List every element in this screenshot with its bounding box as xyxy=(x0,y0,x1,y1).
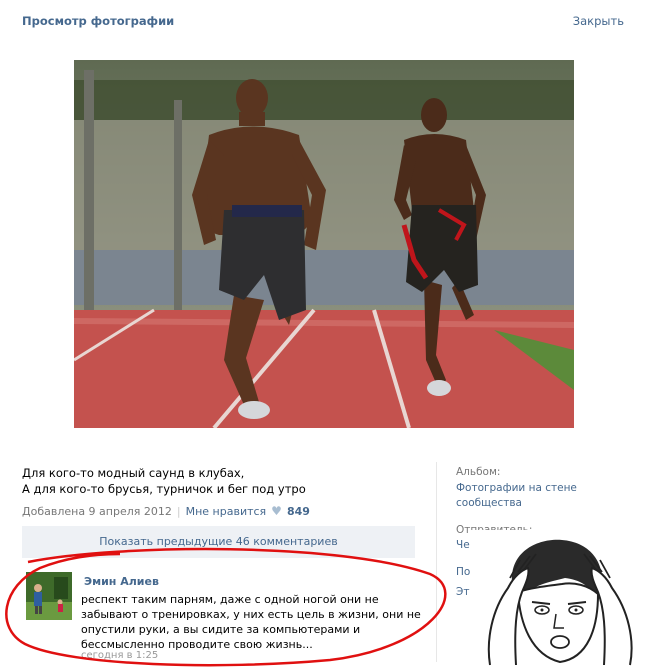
comment-author[interactable]: Эмин Алиев xyxy=(84,575,159,588)
caption-line-1: Для кого-то модный саунд в клубах, xyxy=(22,466,245,480)
page-title: Просмотр фотографии xyxy=(22,14,175,28)
close-link[interactable]: Закрыть xyxy=(573,14,624,28)
comment-time[interactable]: сегодня в 1:25 xyxy=(81,650,158,661)
photo[interactable] xyxy=(74,60,574,428)
added-date: Добавлена 9 апреля 2012 xyxy=(22,504,172,518)
photo-image xyxy=(74,60,574,428)
facepalm-meme-icon xyxy=(470,530,651,669)
photo-caption: Для кого-то модный саунд в клубах, А для… xyxy=(22,465,422,497)
avatar[interactable] xyxy=(26,572,72,620)
meta-separator: | xyxy=(176,504,181,518)
album-link-line-2[interactable]: сообщества xyxy=(456,497,522,509)
comment-text: респект таким парням, даже с одной ногой… xyxy=(81,593,421,651)
heart-icon[interactable]: ♥ xyxy=(271,504,282,518)
avatar-image xyxy=(26,572,72,620)
sidebar-link-2[interactable]: Эт xyxy=(456,586,469,598)
album-label: Альбом: xyxy=(456,466,501,478)
sidebar-divider xyxy=(436,462,437,662)
caption-line-2: А для кого-то брусья, турничок и бег под… xyxy=(22,482,306,496)
photo-meta: Добавлена 9 апреля 2012 | Мне нравится ♥… xyxy=(22,504,310,518)
like-count[interactable]: 849 xyxy=(287,505,310,518)
show-previous-comments-button[interactable]: Показать предыдущие 46 комментариев xyxy=(22,526,415,558)
album-link-line-1[interactable]: Фотографии на стене xyxy=(456,482,577,494)
like-link[interactable]: Мне нравится xyxy=(186,505,267,518)
